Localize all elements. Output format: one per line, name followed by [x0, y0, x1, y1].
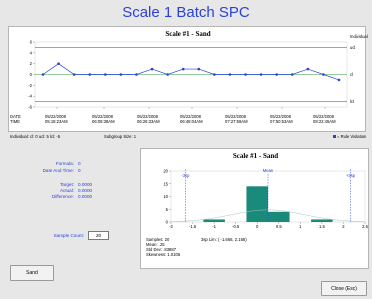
data-point: [119, 73, 123, 76]
data-point: [150, 67, 154, 71]
data-point: [228, 73, 232, 76]
neg-sigma-line-label: -3sp: [181, 173, 190, 178]
hist-y-tick-label: 5: [166, 207, 169, 212]
data-point: [259, 73, 263, 76]
rule-violation-legend-icon: [333, 135, 336, 138]
data-point: [213, 73, 216, 76]
control-chart-footer-subgroup: Subgroup Size: 1: [104, 134, 137, 139]
sample-count-label: Sample Count:: [53, 233, 84, 238]
data-point: [166, 73, 169, 76]
y-tick-label: 2: [30, 61, 33, 66]
pos-sigma-line-label: +3sp: [346, 173, 356, 178]
hist-x-tick-label: 1: [299, 224, 302, 229]
data-point: [275, 73, 278, 76]
x-time-label: 06:48:04AM: [180, 119, 203, 124]
data-point: [135, 73, 138, 76]
hist-x-tick-label: -1.5: [189, 224, 197, 229]
actual-value: 0.0000: [78, 188, 93, 193]
histogram-bar: [203, 219, 225, 222]
app-title: Scale 1 Batch SPC: [122, 4, 250, 21]
y-tick-label: 4: [30, 50, 33, 55]
data-point: [57, 62, 60, 65]
control-chart-panel: Scale #1 - Sand Individual 6 4 2 0 -2 -4 -6 ucl…: [8, 26, 368, 132]
data-point: [244, 73, 247, 76]
date-time-label: Date And Time:: [42, 168, 74, 173]
data-point: [306, 67, 310, 71]
histogram-bar: [311, 219, 333, 222]
hist-x-tick-label: 2.5: [362, 224, 368, 229]
data-point: [41, 73, 45, 76]
x-time-label: 07:27:59AM: [225, 119, 248, 124]
mean-line-label: Mean: [263, 168, 274, 173]
formula-label: Formula:: [55, 161, 74, 166]
close-button[interactable]: Close (Esc): [321, 281, 367, 296]
sample-count-input[interactable]: 20: [88, 231, 109, 240]
y-tick-label: -6: [28, 105, 32, 110]
histogram-bar: [268, 211, 290, 222]
ucl-line-label: ucl: [350, 45, 355, 50]
hist-x-tick-label: 0.5: [276, 224, 282, 229]
data-point: [88, 73, 92, 76]
data-point: [197, 67, 201, 71]
control-chart-footer-limits: Individual: cl: 0 ucl: 5 lcl: -5: [10, 134, 61, 139]
x-time-label: 05:18:23AM: [45, 119, 68, 124]
hist-y-tick-label: 15: [163, 181, 168, 186]
data-point: [181, 67, 185, 71]
hist-x-tick-label: 2: [342, 224, 345, 229]
y-tick-label: 0: [30, 72, 33, 77]
hist-x-tick-label: -1: [212, 224, 216, 229]
hist-x-tick-label: -0.5: [232, 224, 240, 229]
y-tick-label: 6: [30, 40, 33, 45]
time-header: TIME: [10, 119, 21, 124]
rule-violation-legend: = Rule Violation: [337, 134, 367, 139]
hist-stat-sp-lim: 3sp Lim: ( -1.666, 2.166): [201, 237, 247, 242]
date-time-value: 0: [78, 168, 81, 173]
hist-x-tick-label: 0: [256, 224, 259, 229]
difference-value: 0.0000: [78, 194, 93, 199]
individual-series-line: [42, 63, 340, 81]
histogram-bar: [246, 186, 268, 222]
hist-stat-skewness: Skewness: 1.0105: [146, 252, 181, 257]
y-tick-label: -4: [28, 94, 32, 99]
y-tick-label: -2: [28, 83, 32, 88]
histogram-panel: Scale #1 - Sand 20 15 10 5 0 -2 -1.5 -1 -0.5 0 0.5…: [140, 148, 369, 269]
hist-x-tick-label: -2: [169, 224, 173, 229]
lcl-line-label: lcl: [350, 99, 354, 104]
x-time-label: 08:22:45AM: [313, 119, 336, 124]
target-value: 0.0000: [78, 182, 93, 187]
difference-label: Difference:: [51, 194, 74, 199]
hist-x-tick-label: 1.5: [319, 224, 325, 229]
target-label: Target:: [59, 182, 74, 187]
hist-y-tick-label: 20: [163, 169, 168, 174]
data-point: [104, 73, 107, 76]
x-time-label: 07:50:53AM: [270, 119, 293, 124]
actual-label: Actual:: [59, 188, 74, 193]
x-time-label: 06:26:33AM: [137, 119, 160, 124]
data-point: [290, 73, 294, 76]
sand-button[interactable]: Sand: [10, 265, 54, 281]
data-point: [337, 78, 341, 82]
x-time-label: 06:09:38AM: [92, 119, 115, 124]
hist-y-tick-label: 10: [163, 194, 168, 199]
data-point: [322, 73, 325, 76]
formula-value: 0: [78, 161, 81, 166]
data-point: [72, 73, 76, 76]
cl-line-label: cl: [350, 72, 353, 77]
